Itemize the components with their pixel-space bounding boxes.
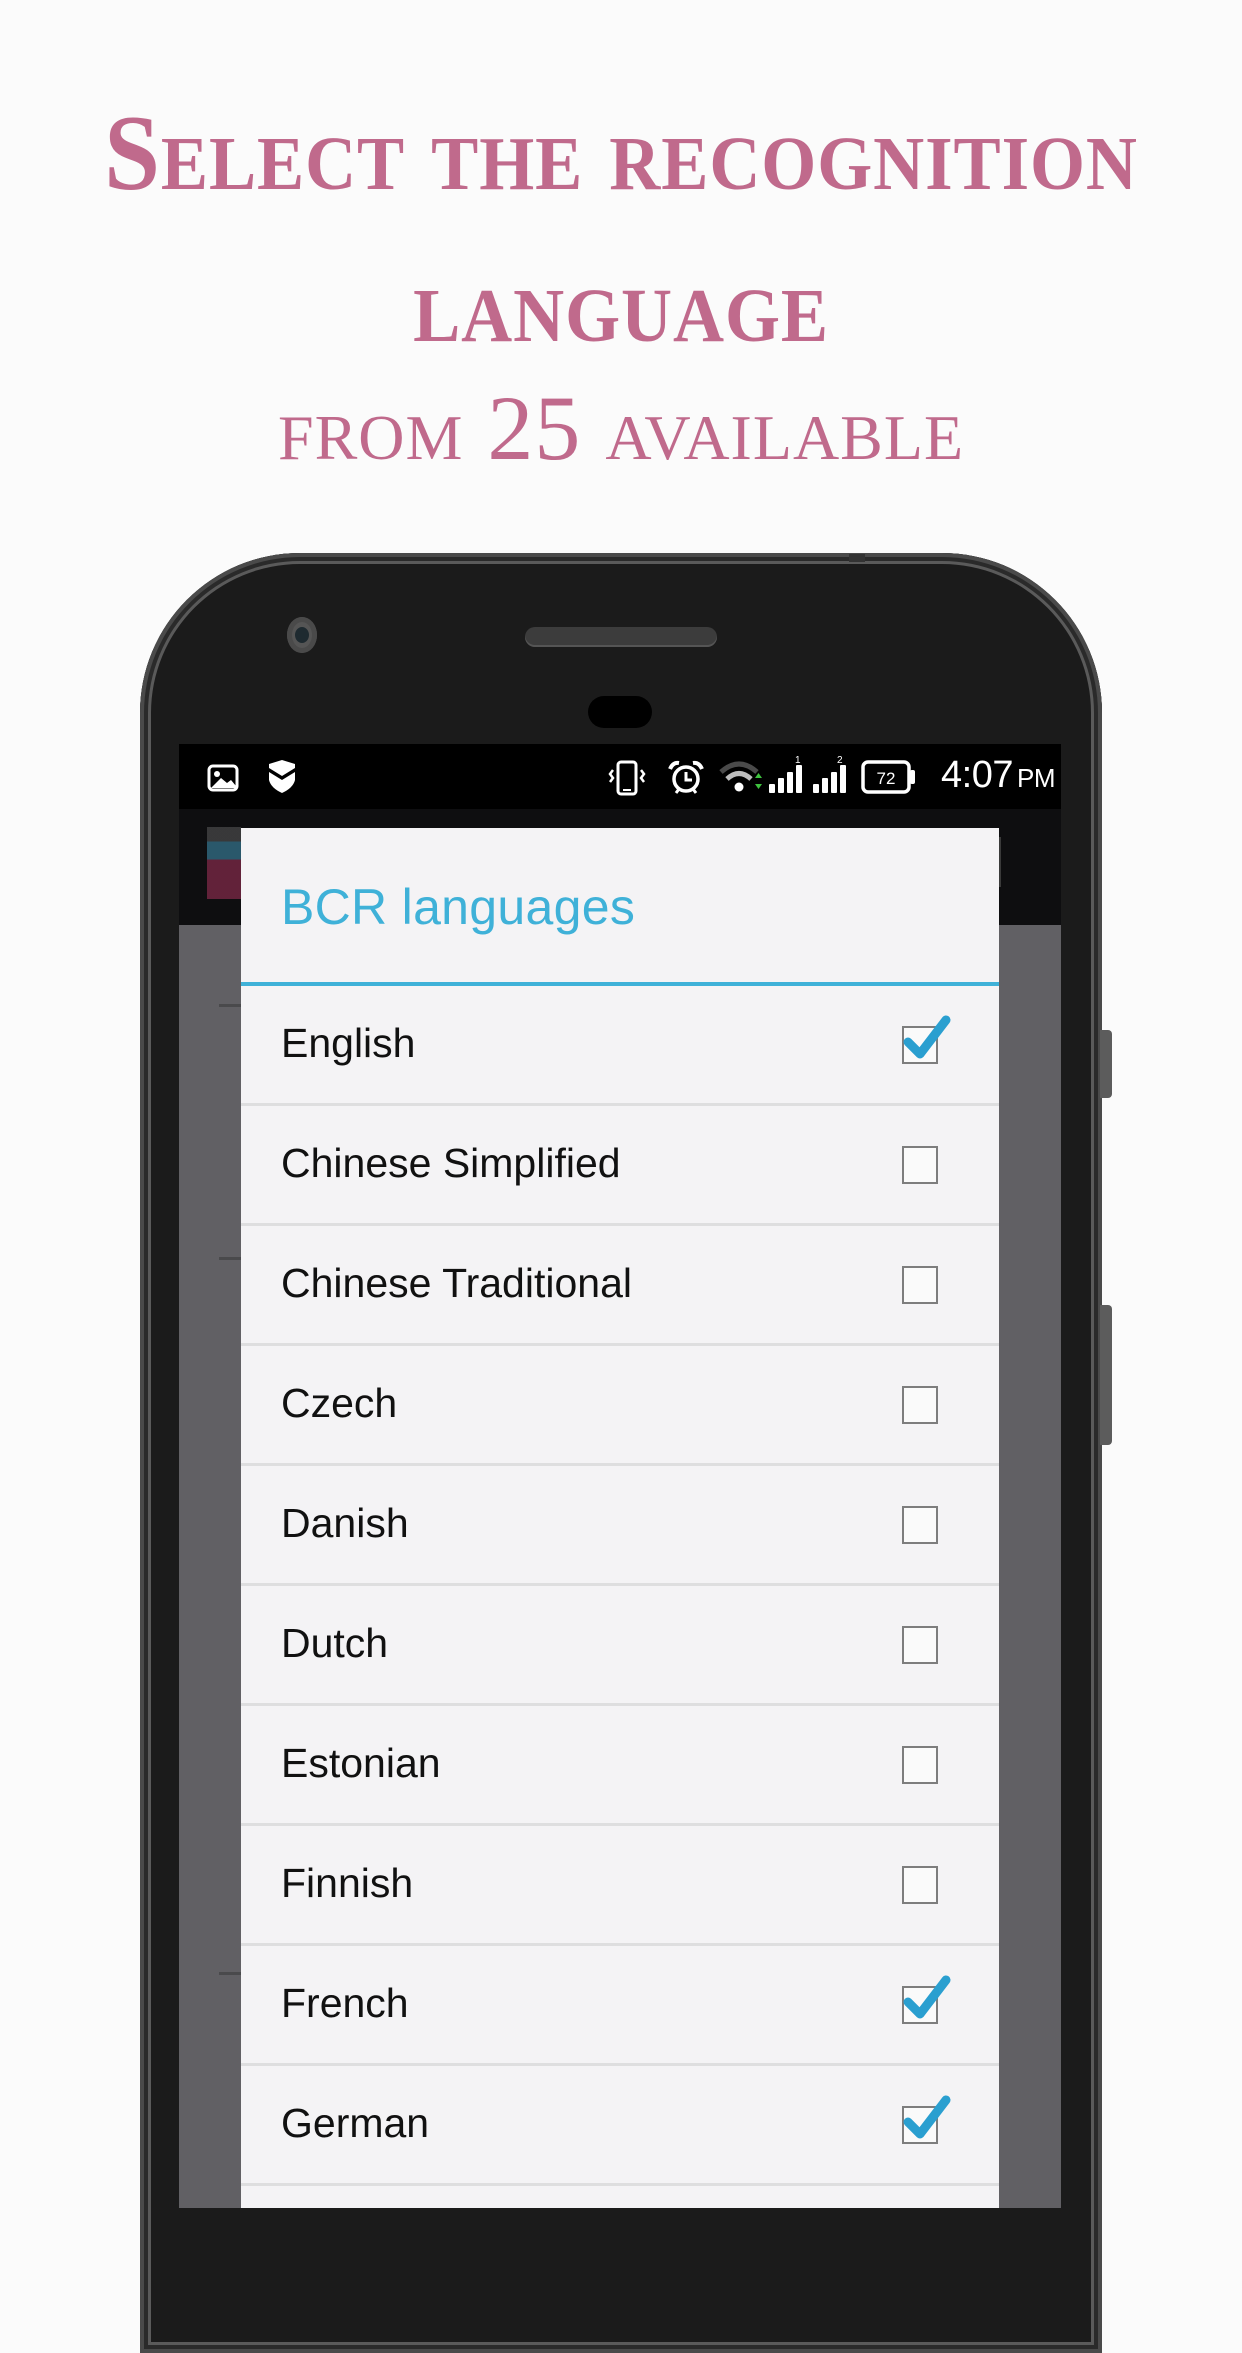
language-checkbox[interactable] <box>902 1146 938 1184</box>
clock-time: 4:07 <box>941 754 1013 796</box>
checkmark-icon <box>903 1975 951 2019</box>
language-label: Chinese Traditional <box>281 1260 632 1306</box>
language-list: English Chinese Simplified Chinese Tradi… <box>241 986 999 2186</box>
earpiece-speaker <box>525 627 717 647</box>
signal-sim2-icon: 2 <box>813 755 846 793</box>
language-checkbox[interactable] <box>902 1386 938 1424</box>
language-checkbox[interactable] <box>902 1975 951 2024</box>
battery-level: 72 <box>877 769 896 788</box>
phone-side-button-volume <box>1100 1305 1112 1445</box>
phone-top-notch <box>849 554 865 562</box>
battery-icon: 72 <box>861 760 915 794</box>
app-thumbnail <box>207 827 241 899</box>
language-row[interactable]: Chinese Traditional <box>241 1226 999 1346</box>
front-camera <box>287 617 317 653</box>
language-row[interactable]: French <box>241 1946 999 2066</box>
proximity-sensor <box>588 696 652 728</box>
sim2-label: 2 <box>837 755 843 766</box>
language-row[interactable]: Estonian <box>241 1706 999 1826</box>
language-label: Danish <box>281 1500 409 1546</box>
language-checkbox[interactable] <box>902 1746 938 1784</box>
clock-ampm: PM <box>1017 763 1056 793</box>
language-row[interactable]: German <box>241 2066 999 2186</box>
phone-side-button-power <box>1100 1030 1112 1098</box>
alarm-icon <box>668 760 704 794</box>
language-checkbox[interactable] <box>902 1266 938 1304</box>
bcr-languages-dialog: BCR languages English Chinese Simplified <box>241 828 999 2208</box>
status-clock: 4:07 PM <box>941 754 1055 797</box>
checkmark-icon <box>903 2095 951 2139</box>
language-row[interactable]: Czech <box>241 1346 999 1466</box>
language-label: Estonian <box>281 1740 441 1786</box>
wifi-icon <box>719 761 762 792</box>
language-row[interactable]: Dutch <box>241 1586 999 1706</box>
language-label: Czech <box>281 1380 398 1426</box>
language-label: Chinese Simplified <box>281 1140 621 1186</box>
vibrate-icon <box>608 760 646 796</box>
headline-line-2: language <box>413 246 829 365</box>
language-checkbox[interactable] <box>902 1866 938 1904</box>
sim1-label: 1 <box>795 755 801 766</box>
headline-line-1: Select the recognition <box>104 94 1138 213</box>
checkmark-icon <box>903 1015 951 1059</box>
language-row[interactable]: Danish <box>241 1466 999 1586</box>
language-checkbox[interactable] <box>902 2095 951 2144</box>
language-label: English <box>281 1020 416 1066</box>
language-checkbox[interactable] <box>902 1015 951 1064</box>
language-row[interactable]: Chinese Simplified <box>241 1106 999 1226</box>
image-icon <box>207 764 239 792</box>
language-label: Finnish <box>281 1860 414 1906</box>
language-checkbox[interactable] <box>902 1626 938 1664</box>
dialog-title: BCR languages <box>281 879 636 935</box>
language-label: Dutch <box>281 1620 389 1666</box>
language-row[interactable]: English <box>241 986 999 1106</box>
language-count: 25 <box>487 377 582 479</box>
phone-screen: 1 2 72 4:07 PM BCR languages English Chi… <box>179 744 1061 2208</box>
shield-icon <box>269 760 295 793</box>
language-row[interactable]: Finnish <box>241 1826 999 1946</box>
headline-line-3: from 25 available <box>0 378 1242 478</box>
language-label: French <box>281 1980 409 2026</box>
language-label: German <box>281 2100 430 2146</box>
status-bar: 1 2 72 4:07 PM <box>179 744 1061 809</box>
headline-suffix: available <box>581 377 965 479</box>
signal-sim1-icon: 1 <box>769 755 802 793</box>
language-checkbox[interactable] <box>902 1506 938 1544</box>
headline-prefix: from <box>277 377 488 479</box>
